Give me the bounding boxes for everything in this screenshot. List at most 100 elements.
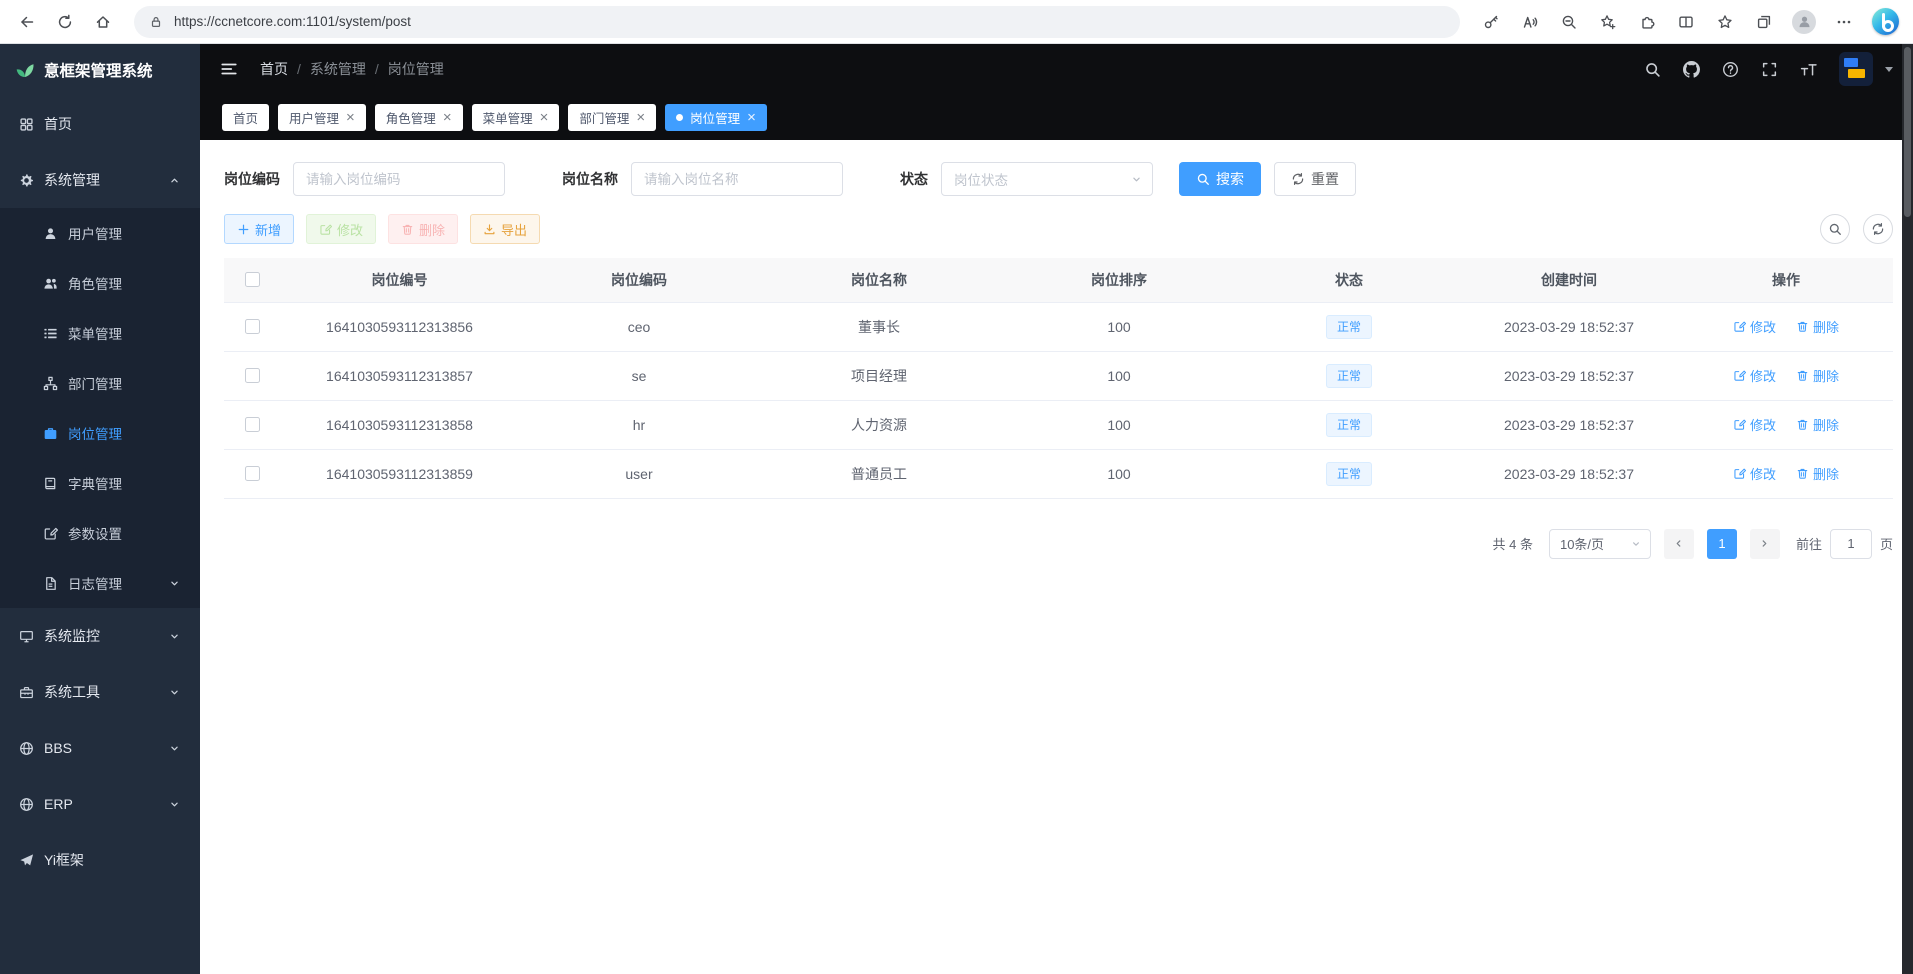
page-number-1[interactable]: 1 xyxy=(1707,529,1737,559)
tab-menu-manage[interactable]: 菜单管理 × xyxy=(472,104,560,131)
prev-page-button[interactable] xyxy=(1664,529,1694,559)
row-delete-link[interactable]: 删除 xyxy=(1796,366,1839,385)
sidebar-item-system-tools[interactable]: 系统工具 xyxy=(0,664,200,720)
close-icon[interactable]: × xyxy=(747,110,756,125)
status-select[interactable]: 岗位状态 xyxy=(941,162,1153,196)
row-checkbox[interactable] xyxy=(245,368,260,383)
user-avatar[interactable] xyxy=(1839,52,1873,86)
created-time: 2023-03-29 18:52:37 xyxy=(1459,351,1679,400)
reset-button[interactable]: 重置 xyxy=(1274,162,1356,196)
browser-settings-icon[interactable] xyxy=(1827,6,1861,38)
row-delete-link[interactable]: 删除 xyxy=(1796,464,1839,483)
browser-home-button[interactable] xyxy=(86,6,120,38)
sidebar-item-system-manage[interactable]: 系统管理 xyxy=(0,152,200,208)
breadcrumb-system[interactable]: 系统管理 xyxy=(310,59,366,79)
address-bar[interactable]: https://ccnetcore.com:1101/system/post xyxy=(134,6,1460,38)
post-code-input[interactable] xyxy=(293,162,505,196)
sidebar-item-dept-manage[interactable]: 部门管理 xyxy=(0,358,200,408)
refresh-icon xyxy=(1291,172,1305,186)
briefcase-icon xyxy=(43,426,58,441)
scrollbar-thumb[interactable] xyxy=(1904,47,1911,217)
add-favorite-icon[interactable] xyxy=(1591,6,1625,38)
close-icon[interactable]: × xyxy=(636,110,645,125)
sidebar-item-erp[interactable]: ERP xyxy=(0,776,200,832)
status-badge: 正常 xyxy=(1326,364,1372,388)
goto-page-input[interactable] xyxy=(1830,529,1872,559)
col-created: 创建时间 xyxy=(1459,258,1679,302)
fullscreen-icon[interactable] xyxy=(1761,61,1778,78)
help-icon[interactable] xyxy=(1722,61,1739,78)
browser-back-button[interactable] xyxy=(10,6,44,38)
post-name: 董事长 xyxy=(759,302,999,351)
password-key-icon[interactable] xyxy=(1474,6,1508,38)
page-scrollbar[interactable] xyxy=(1902,44,1913,974)
tab-post-manage[interactable]: 岗位管理 × xyxy=(665,104,767,131)
chevron-down-icon xyxy=(168,686,181,699)
select-all-checkbox[interactable] xyxy=(245,272,260,287)
font-size-icon[interactable] xyxy=(1800,61,1817,78)
row-checkbox[interactable] xyxy=(245,417,260,432)
split-screen-icon[interactable] xyxy=(1669,6,1703,38)
tab-user-manage[interactable]: 用户管理 × xyxy=(278,104,366,131)
row-edit-link[interactable]: 修改 xyxy=(1733,415,1776,434)
sidebar-item-yi-framework[interactable]: Yi框架 xyxy=(0,832,200,888)
export-button[interactable]: 导出 xyxy=(470,214,540,244)
row-delete-link[interactable]: 删除 xyxy=(1796,317,1839,336)
edit-button[interactable]: 修改 xyxy=(306,214,376,244)
url-text[interactable]: https://ccnetcore.com:1101/system/post xyxy=(174,14,411,29)
post-name-input[interactable] xyxy=(631,162,843,196)
row-edit-link[interactable]: 修改 xyxy=(1733,317,1776,336)
github-icon[interactable] xyxy=(1683,61,1700,78)
close-icon[interactable]: × xyxy=(540,110,549,125)
header-search-icon[interactable] xyxy=(1644,61,1661,78)
collections-icon[interactable] xyxy=(1747,6,1781,38)
chevron-right-icon xyxy=(1758,537,1771,550)
status-select-placeholder: 岗位状态 xyxy=(954,169,1008,189)
sidebar-item-system-monitor[interactable]: 系统监控 xyxy=(0,608,200,664)
row-checkbox[interactable] xyxy=(245,466,260,481)
row-checkbox[interactable] xyxy=(245,319,260,334)
collapse-sidebar-icon[interactable] xyxy=(220,60,238,78)
page-size-select[interactable]: 10条/页 xyxy=(1549,529,1651,559)
favorites-icon[interactable] xyxy=(1708,6,1742,38)
row-delete-link[interactable]: 删除 xyxy=(1796,415,1839,434)
sidebar-item-log-manage[interactable]: 日志管理 xyxy=(0,558,200,608)
user-icon xyxy=(43,226,58,241)
post-name-label: 岗位名称 xyxy=(562,169,618,189)
delete-button[interactable]: 删除 xyxy=(388,214,458,244)
sidebar-item-param-settings[interactable]: 参数设置 xyxy=(0,508,200,558)
chevron-down-icon xyxy=(168,630,181,643)
sidebar-item-role-manage[interactable]: 角色管理 xyxy=(0,258,200,308)
app-logo[interactable]: 意框架管理系统 xyxy=(0,44,200,96)
next-page-button[interactable] xyxy=(1750,529,1780,559)
search-button[interactable]: 搜索 xyxy=(1179,162,1261,196)
add-button[interactable]: 新增 xyxy=(224,214,294,244)
browser-refresh-button[interactable] xyxy=(48,6,82,38)
top-navbar: 首页 / 系统管理 / 岗位管理 xyxy=(200,44,1913,94)
sidebar-item-post-manage[interactable]: 岗位管理 xyxy=(0,408,200,458)
tab-home[interactable]: 首页 xyxy=(222,104,269,131)
tab-dept-manage[interactable]: 部门管理 × xyxy=(568,104,656,131)
sidebar-item-bbs[interactable]: BBS xyxy=(0,720,200,776)
show-search-button[interactable] xyxy=(1820,214,1850,244)
sidebar-item-home[interactable]: 首页 xyxy=(0,96,200,152)
sidebar-item-user-manage[interactable]: 用户管理 xyxy=(0,208,200,258)
row-edit-link[interactable]: 修改 xyxy=(1733,366,1776,385)
dashboard-icon xyxy=(19,117,34,132)
bing-icon[interactable] xyxy=(1872,8,1899,35)
zoom-icon[interactable] xyxy=(1552,6,1586,38)
sidebar-item-dict-manage[interactable]: 字典管理 xyxy=(0,458,200,508)
close-icon[interactable]: × xyxy=(443,110,452,125)
tab-role-manage[interactable]: 角色管理 × xyxy=(375,104,463,131)
caret-down-icon[interactable] xyxy=(1885,67,1893,72)
breadcrumb-home[interactable]: 首页 xyxy=(260,59,288,79)
extensions-icon[interactable] xyxy=(1630,6,1664,38)
read-aloud-icon[interactable] xyxy=(1513,6,1547,38)
sidebar-item-menu-manage[interactable]: 菜单管理 xyxy=(0,308,200,358)
edit-square-icon xyxy=(1733,418,1746,431)
refresh-table-button[interactable] xyxy=(1863,214,1893,244)
row-edit-link[interactable]: 修改 xyxy=(1733,464,1776,483)
browser-profile-avatar[interactable] xyxy=(1792,10,1816,34)
close-icon[interactable]: × xyxy=(346,110,355,125)
users-icon xyxy=(43,276,58,291)
